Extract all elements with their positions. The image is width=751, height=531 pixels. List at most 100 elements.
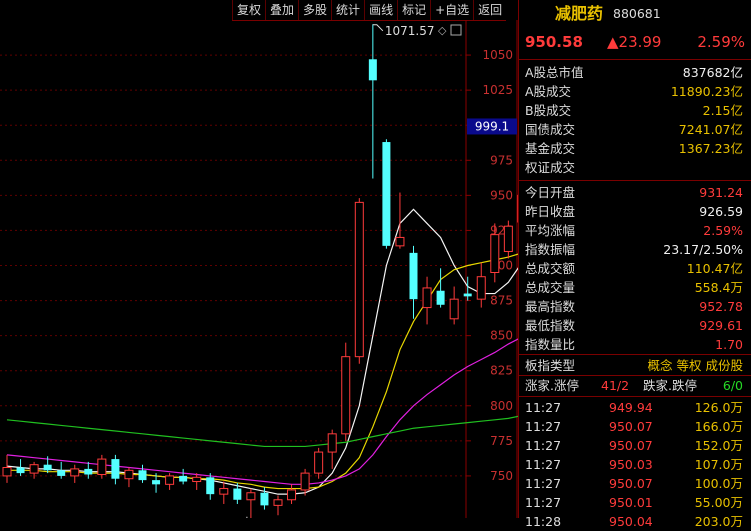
toolbar-button-2[interactable]: 多股 xyxy=(298,0,331,20)
toolbar-button-7[interactable]: 返回 xyxy=(473,0,506,20)
y-tick-label: 975 xyxy=(490,153,513,167)
candle-body xyxy=(274,500,282,506)
stat-label: 最低指数 xyxy=(525,316,575,335)
price-change-pct: 2.59% xyxy=(697,31,745,53)
y-tick-label: 875 xyxy=(490,294,513,308)
market-row: 基金成交 1367.23亿 xyxy=(519,139,751,158)
price-change: ▲23.99 xyxy=(607,31,661,53)
tick-price: 950.03 xyxy=(609,455,653,474)
stat-value: 23.17/2.50% xyxy=(663,240,743,259)
up-label: 涨家.涨停 xyxy=(525,376,579,395)
stat-label: 昨日收盘 xyxy=(525,202,575,221)
stat-label: 指数量比 xyxy=(525,335,575,354)
tick-volume: 166.0万 xyxy=(695,417,743,436)
stat-row: 平均涨幅 2.59% xyxy=(519,221,751,240)
candle-body xyxy=(450,299,458,319)
market-value: 7241.07亿 xyxy=(679,120,743,139)
market-value: 2.15亿 xyxy=(703,101,743,120)
toolbar-button-1[interactable]: 叠加 xyxy=(265,0,298,20)
market-label: A股总市值 xyxy=(525,63,584,82)
ma-line-3 xyxy=(7,416,518,447)
stat-label: 今日开盘 xyxy=(525,183,575,202)
candle-body xyxy=(491,235,499,273)
y-tick-label: 775 xyxy=(490,434,513,448)
candle-body xyxy=(71,469,79,476)
index-header: 减肥药 880681 xyxy=(519,3,751,25)
candle-body xyxy=(152,480,160,484)
candle-body xyxy=(423,288,431,308)
market-label: 基金成交 xyxy=(525,139,575,158)
tick-row: 11:27950.03107.0万 xyxy=(519,455,751,474)
toolbar-button-5[interactable]: 标记 xyxy=(397,0,430,20)
market-label: B股成交 xyxy=(525,101,571,120)
tick-price: 949.94 xyxy=(609,398,653,417)
y-tick-label: 850 xyxy=(490,329,513,343)
current-price-label: 999.1 xyxy=(475,119,509,133)
candle-body xyxy=(464,294,472,297)
candle-body xyxy=(30,465,38,473)
candle-body xyxy=(166,476,174,484)
candle-body xyxy=(111,459,119,479)
stat-row: 最低指数 929.61 xyxy=(519,316,751,335)
tick-price: 950.01 xyxy=(609,493,653,512)
index-code: 880681 xyxy=(613,3,661,25)
candle-body xyxy=(369,59,377,80)
stat-value: 558.4万 xyxy=(695,278,743,297)
candle-body xyxy=(342,357,350,434)
stat-label: 总成交量 xyxy=(525,278,575,297)
divider xyxy=(519,180,751,181)
stat-row: 昨日收盘926.59 xyxy=(519,202,751,221)
candle-body xyxy=(247,493,255,500)
market-value: 1367.23亿 xyxy=(679,139,743,158)
tick-price: 950.07 xyxy=(609,417,653,436)
divider xyxy=(519,59,751,60)
stat-value: 1.70 xyxy=(715,335,743,354)
market-row: A股总市值 837682亿 xyxy=(519,63,751,82)
toolbar-button-0[interactable]: 复权 xyxy=(232,0,265,20)
stat-row: 总成交量 558.4万 xyxy=(519,278,751,297)
candle-body xyxy=(328,434,336,452)
stat-value: 2.59% xyxy=(703,221,743,240)
candle-body xyxy=(44,465,52,471)
y-tick-label: 750 xyxy=(490,469,513,483)
stat-row: 最高指数952.78 xyxy=(519,297,751,316)
tick-row: 11:27950.07100.0万 xyxy=(519,474,751,493)
tick-volume: 107.0万 xyxy=(695,455,743,474)
market-row: 权证成交 xyxy=(519,158,751,177)
y-tick-label: 825 xyxy=(490,364,513,378)
market-value: 837682亿 xyxy=(683,63,743,82)
tick-time: 11:27 xyxy=(525,398,561,417)
candle-body xyxy=(179,476,187,482)
stat-label: 总成交额 xyxy=(525,259,575,278)
tick-volume: 203.0万 xyxy=(695,512,743,531)
stat-label: 平均涨幅 xyxy=(525,221,575,240)
stat-value: 952.78 xyxy=(699,297,743,316)
tick-row: 11:27950.07152.0万 xyxy=(519,436,751,455)
high-label: 1071.57 xyxy=(385,24,435,38)
tick-time: 11:28 xyxy=(525,512,561,531)
toolbar-button-3[interactable]: 统计 xyxy=(331,0,364,20)
board-type-row: 板指类型 概念 等权 成份股 xyxy=(519,356,751,375)
tick-time: 11:27 xyxy=(525,436,561,455)
candle-body xyxy=(396,237,404,245)
candle-body xyxy=(125,470,133,478)
toolbar-button-4[interactable]: 画线 xyxy=(364,0,397,20)
market-row: 国债成交7241.07亿 xyxy=(519,120,751,139)
stat-label: 指数振幅 xyxy=(525,240,575,259)
candle-body xyxy=(206,477,214,494)
quote-row: 950.58 ▲23.99 2.59% xyxy=(519,31,751,53)
candle-body xyxy=(193,477,201,481)
stat-value: 929.61 xyxy=(699,316,743,335)
tick-time: 11:27 xyxy=(525,493,561,512)
tick-volume: 126.0万 xyxy=(695,398,743,417)
candle-body xyxy=(437,291,445,305)
candle-body xyxy=(57,470,65,476)
candle-body xyxy=(17,467,25,473)
y-tick-label: 1025 xyxy=(482,83,513,97)
y-tick-label: 950 xyxy=(490,188,513,202)
toolbar-button-6[interactable]: +自选 xyxy=(430,0,473,20)
candle-body xyxy=(410,253,418,299)
kline-chart[interactable]: 7507758008258508759009259509751000102510… xyxy=(0,20,518,518)
divider xyxy=(519,354,751,355)
down-count: 6/0 xyxy=(723,376,743,395)
